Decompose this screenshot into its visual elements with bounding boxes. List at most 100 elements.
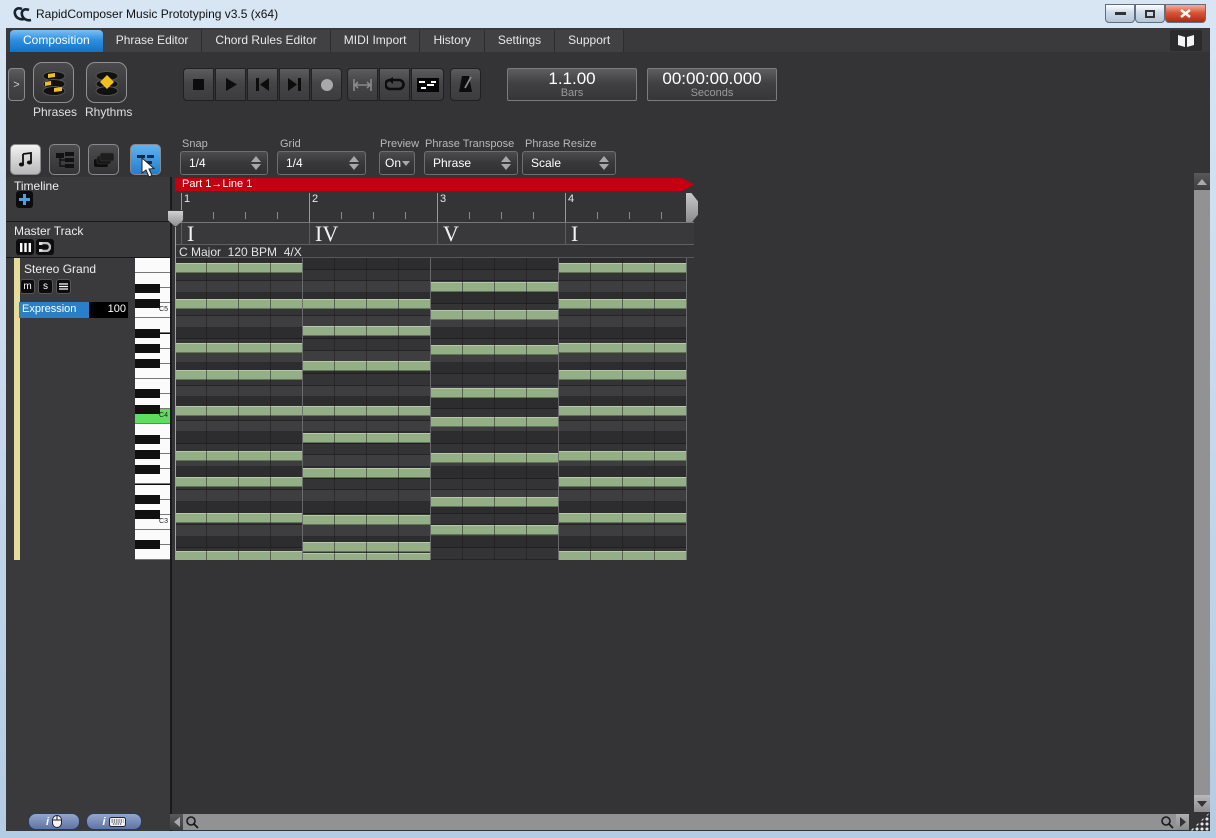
track-menu-button[interactable] (56, 279, 71, 294)
piano-key-black[interactable] (135, 510, 160, 519)
note-bar[interactable] (175, 406, 303, 416)
close-button[interactable] (1165, 4, 1206, 23)
note-bar[interactable] (559, 451, 687, 461)
phrase-transpose-dropdown[interactable]: Phrase (424, 151, 518, 175)
tab-phrase-editor[interactable]: Phrase Editor (103, 30, 203, 52)
minimize-button[interactable] (1105, 4, 1135, 23)
play-range-button[interactable] (347, 68, 378, 101)
tab-composition[interactable]: Composition (10, 30, 103, 52)
grid-dropdown[interactable]: 1/4 (277, 151, 366, 175)
hscroll-track[interactable] (183, 814, 1188, 830)
note-bar[interactable] (303, 542, 431, 552)
loop-button[interactable] (379, 68, 410, 101)
rhythms-button[interactable] (86, 62, 127, 103)
note-bar[interactable] (303, 515, 431, 525)
help-manual-button[interactable] (1170, 30, 1202, 51)
note-bar[interactable] (303, 361, 431, 371)
piano-keyboard[interactable]: C5C4C3 (135, 258, 170, 560)
keyboard-info-button[interactable]: i (86, 813, 142, 830)
note-bar[interactable] (559, 263, 687, 273)
hscroll-left-button[interactable] (170, 814, 183, 830)
master-magnet-button[interactable] (36, 239, 54, 255)
note-bar[interactable] (303, 553, 431, 560)
tab-history[interactable]: History (420, 30, 484, 52)
vscroll-up-button[interactable] (1194, 173, 1210, 190)
note-bar[interactable] (303, 326, 431, 336)
play-button[interactable] (215, 68, 246, 101)
snap-spinner-icon[interactable] (251, 156, 261, 170)
note-bar[interactable] (431, 525, 559, 535)
track-solo-button[interactable]: s (38, 279, 53, 294)
piano-roll-grid[interactable] (175, 258, 687, 560)
piano-key-black[interactable] (135, 405, 160, 414)
bars-display[interactable]: 1.1.00 Bars (507, 68, 637, 101)
snap-dropdown[interactable]: 1/4 (180, 151, 268, 175)
note-bar[interactable] (559, 477, 687, 487)
phrase-transpose-spinner-icon[interactable] (501, 156, 511, 170)
part-banner[interactable]: Part 1→Line 1 (175, 178, 694, 191)
note-bar[interactable] (431, 417, 559, 427)
note-bar[interactable] (559, 406, 687, 416)
timeline-ruler[interactable]: 1234 (175, 191, 700, 222)
piano-key-black[interactable] (135, 435, 160, 444)
seconds-display[interactable]: 00:00:00.000 Seconds (647, 68, 777, 101)
note-bar[interactable] (175, 477, 303, 487)
phrases-button[interactable] (33, 62, 74, 103)
zoom-in-magnifier-icon[interactable] (1161, 816, 1174, 829)
skip-to-end-button[interactable] (279, 68, 310, 101)
note-bar[interactable] (175, 513, 303, 523)
add-timeline-button[interactable] (16, 191, 33, 208)
piano-key-black[interactable] (135, 359, 160, 368)
track-name[interactable]: Stereo Grand (24, 262, 96, 276)
note-bar[interactable] (431, 310, 559, 320)
tab-support[interactable]: Support (555, 30, 624, 52)
chord-symbol[interactable]: V (443, 221, 459, 247)
track-tree-tool-button[interactable] (49, 144, 80, 175)
note-bar[interactable] (559, 343, 687, 353)
tab-chord-rules-editor[interactable]: Chord Rules Editor (202, 30, 330, 52)
note-bar[interactable] (431, 345, 559, 355)
piano-key-black[interactable] (135, 495, 160, 504)
piano-key-black[interactable] (135, 344, 160, 353)
piano-key-black[interactable] (135, 465, 160, 474)
vscroll-down-button[interactable] (1194, 795, 1210, 812)
tab-settings[interactable]: Settings (485, 30, 555, 52)
mouse-info-button[interactable]: i (28, 813, 80, 830)
note-bar[interactable] (559, 370, 687, 380)
note-bar[interactable] (559, 513, 687, 523)
note-bar[interactable] (175, 263, 303, 273)
chord-track[interactable]: I IV V I (175, 222, 694, 245)
piano-key-black[interactable] (135, 389, 160, 398)
vscroll-track[interactable] (1194, 190, 1210, 795)
note-bar[interactable] (175, 299, 303, 309)
note-bar[interactable] (175, 343, 303, 353)
note-bar[interactable] (175, 551, 303, 560)
piano-key-black[interactable] (135, 540, 160, 549)
track-mute-button[interactable]: m (20, 279, 35, 294)
zoom-out-magnifier-icon[interactable] (186, 816, 199, 829)
chord-symbol[interactable]: I (571, 221, 578, 247)
note-edit-tool-button[interactable] (10, 144, 41, 175)
note-bar[interactable] (303, 468, 431, 478)
note-bar[interactable] (559, 299, 687, 309)
preview-dropdown[interactable]: On (379, 151, 415, 175)
maximize-button[interactable] (1135, 4, 1165, 23)
piano-key-black[interactable] (135, 450, 160, 459)
note-bar[interactable] (303, 299, 431, 309)
phrase-resize-spinner-icon[interactable] (599, 156, 609, 170)
skip-to-start-button[interactable] (247, 68, 278, 101)
phrase-resize-dropdown[interactable]: Scale (522, 151, 616, 175)
tab-midi-import[interactable]: MIDI Import (331, 30, 421, 52)
preview-caret-icon[interactable] (402, 161, 410, 166)
piano-key-black[interactable] (135, 299, 160, 308)
chord-symbol[interactable]: I (187, 221, 194, 247)
chord-symbol[interactable]: IV (315, 221, 338, 247)
note-bar[interactable] (175, 451, 303, 461)
expand-panel-button[interactable]: > (8, 68, 25, 101)
grid-spinner-icon[interactable] (349, 156, 359, 170)
track-param-row[interactable]: Expression 100 (19, 302, 128, 318)
piano-key-f5[interactable] (135, 258, 170, 273)
hscroll-right-button[interactable] (1176, 814, 1189, 830)
note-bar[interactable] (175, 370, 303, 380)
record-button[interactable] (311, 68, 342, 101)
